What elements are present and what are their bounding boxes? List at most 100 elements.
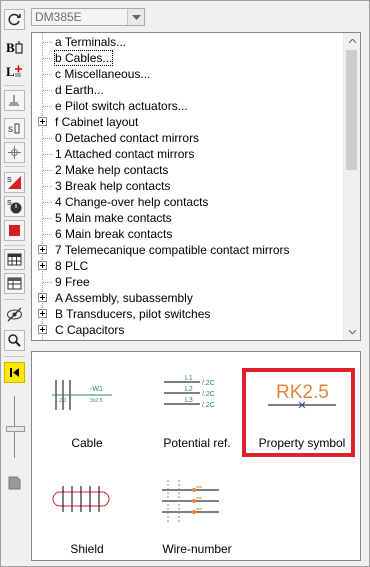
tree-expand-icon[interactable] xyxy=(38,293,47,302)
tree-item[interactable]: 1 Attached contact mirrors xyxy=(32,146,345,162)
tree-item[interactable]: 3 Break help contacts xyxy=(32,178,345,194)
calculator-button[interactable] xyxy=(4,249,25,270)
potential-ref-text-2: L2 xyxy=(185,386,193,393)
tree-connector xyxy=(43,90,52,91)
potential-ref-text-3: L3 xyxy=(185,397,193,404)
tree-connector xyxy=(43,234,52,235)
move-button[interactable] xyxy=(4,142,25,163)
tree-expand-icon[interactable] xyxy=(38,117,47,126)
zoom-slider-thumb[interactable] xyxy=(6,426,25,432)
tree-item[interactable]: c Miscellaneous... xyxy=(32,66,345,82)
table-view-icon xyxy=(7,277,22,290)
tree-item[interactable]: 9 Free xyxy=(32,274,345,290)
scroll-down-button[interactable] xyxy=(344,324,360,340)
toolbar-separator xyxy=(4,356,25,357)
tree-item-label: a Terminals... xyxy=(55,35,127,49)
tree-connector xyxy=(43,186,52,187)
tree-item[interactable]: e Pilot switch actuators... xyxy=(32,98,345,114)
scroll-thumb[interactable] xyxy=(346,50,357,170)
tree-connector xyxy=(43,106,52,107)
svg-text:s: s xyxy=(8,124,13,135)
tree-item[interactable]: a Terminals... xyxy=(32,34,345,50)
page-button[interactable] xyxy=(4,472,25,493)
first-page-button[interactable] xyxy=(4,362,25,383)
tree-item[interactable]: 0 Detached contact mirrors xyxy=(32,130,345,146)
tree-item[interactable]: 2 Make help contacts xyxy=(32,162,345,178)
tree-connector xyxy=(43,58,52,59)
timer-clock-icon: S xyxy=(7,200,22,214)
tree-item-label: 9 Free xyxy=(55,275,90,289)
tree-scrollbar[interactable] xyxy=(343,33,360,340)
tree-item[interactable]: B Transducers, pilot switches xyxy=(32,306,345,322)
left-toolbar: B L s S S xyxy=(2,5,28,561)
search-symbol-button[interactable] xyxy=(4,330,25,351)
red-square-icon xyxy=(9,225,20,236)
red-block-button[interactable] xyxy=(4,220,25,241)
svg-text:1 2 3: 1 2 3 xyxy=(55,398,66,404)
tree-item-label: f Cabinet layout xyxy=(55,115,139,129)
refresh-button[interactable] xyxy=(4,9,25,30)
library-select[interactable]: DM385E xyxy=(31,8,145,26)
library-select-value: DM385E xyxy=(35,10,82,24)
visibility-toggle-button[interactable] xyxy=(4,304,25,325)
tree-item-label: 5 Main make contacts xyxy=(55,211,172,225)
tree-item-label: 3 Break help contacts xyxy=(55,179,171,193)
wire-number-symbol-icon xyxy=(162,480,219,522)
potential-ref-symbol-icon: L1 L2 L3 /.2C /.2C /.2C xyxy=(164,375,215,409)
svg-text:S: S xyxy=(7,200,12,207)
library-select-dropdown[interactable] xyxy=(127,9,144,25)
contact-symbol-button[interactable]: S xyxy=(4,172,25,193)
tree-connector xyxy=(43,154,52,155)
tree-item[interactable]: 5 Main make contacts xyxy=(32,210,345,226)
symbol-shield[interactable]: Shield xyxy=(34,466,140,566)
tree-connector xyxy=(43,138,52,139)
switch-symbol-button[interactable]: s xyxy=(4,118,25,139)
tree-item[interactable]: A Assembly, subassembly xyxy=(32,290,345,306)
ground-symbol-button[interactable] xyxy=(4,90,25,111)
table-view-button[interactable] xyxy=(4,273,25,294)
symbol-cable[interactable]: -W1 3x2.5 1 2 3 Cable xyxy=(34,360,140,460)
tree-item[interactable]: D Binary elements... xyxy=(32,338,345,340)
tree-expand-icon[interactable] xyxy=(38,245,47,254)
tree-item[interactable]: 8 PLC xyxy=(32,258,345,274)
symbol-potential-ref[interactable]: L1 L2 L3 /.2C /.2C /.2C Potential ref. xyxy=(144,360,250,460)
scroll-up-button[interactable] xyxy=(344,33,360,49)
tree-item-label: A Assembly, subassembly xyxy=(55,291,193,305)
tree-item-label: e Pilot switch actuators... xyxy=(55,99,188,113)
tree-expand-icon[interactable] xyxy=(38,309,47,318)
contact-red-triangle-icon: S xyxy=(7,176,21,189)
tree-item-label: 1 Attached contact mirrors xyxy=(55,147,195,161)
tree-item[interactable]: b Cables... xyxy=(32,50,345,66)
tree-connector xyxy=(43,170,52,171)
tree-item-label: 2 Make help contacts xyxy=(55,163,169,177)
tree-expand-icon[interactable] xyxy=(38,325,47,334)
tree-item[interactable]: f Cabinet layout xyxy=(32,114,345,130)
potential-ref-ref-1: /.2C xyxy=(202,380,215,387)
tree-item[interactable]: 7 Telemecanique compatible contact mirro… xyxy=(32,242,345,258)
skip-to-start-icon xyxy=(10,368,19,377)
block-b-icon: B xyxy=(6,40,23,55)
tree-item[interactable]: C Capacitors xyxy=(32,322,345,338)
tree-expand-icon[interactable] xyxy=(38,261,47,270)
tree-item-label: 6 Main break contacts xyxy=(55,227,173,241)
move-crosshair-icon xyxy=(8,146,21,159)
tree-item-label: 7 Telemecanique compatible contact mirro… xyxy=(55,243,290,257)
block-insert-button[interactable]: B xyxy=(4,37,25,58)
svg-text:L: L xyxy=(6,64,15,79)
chevron-down-icon xyxy=(131,14,141,20)
layer-insert-button[interactable]: L xyxy=(4,61,25,82)
tree-item[interactable]: 4 Change-over help contacts xyxy=(32,194,345,210)
tree-item-label: C Capacitors xyxy=(55,323,125,337)
tree-item-label: D Binary elements... xyxy=(55,339,163,340)
zoom-slider[interactable] xyxy=(4,392,25,462)
potential-ref-text-1: L1 xyxy=(185,375,193,382)
symbol-wire-number[interactable]: Wire-number xyxy=(144,466,250,566)
tree-item-label: 0 Detached contact mirrors xyxy=(55,131,200,145)
symbol-category-tree[interactable]: a Terminals... b Cables... c Miscellaneous… xyxy=(31,32,361,341)
tree-item[interactable]: 6 Main break contacts xyxy=(32,226,345,242)
clock-symbol-button[interactable]: S xyxy=(4,196,25,217)
chevron-up-icon xyxy=(348,39,356,43)
tree-item[interactable]: d Earth... xyxy=(32,82,345,98)
symbol-wire-number-label: Wire-number xyxy=(162,542,232,556)
svg-text:B: B xyxy=(6,40,15,55)
